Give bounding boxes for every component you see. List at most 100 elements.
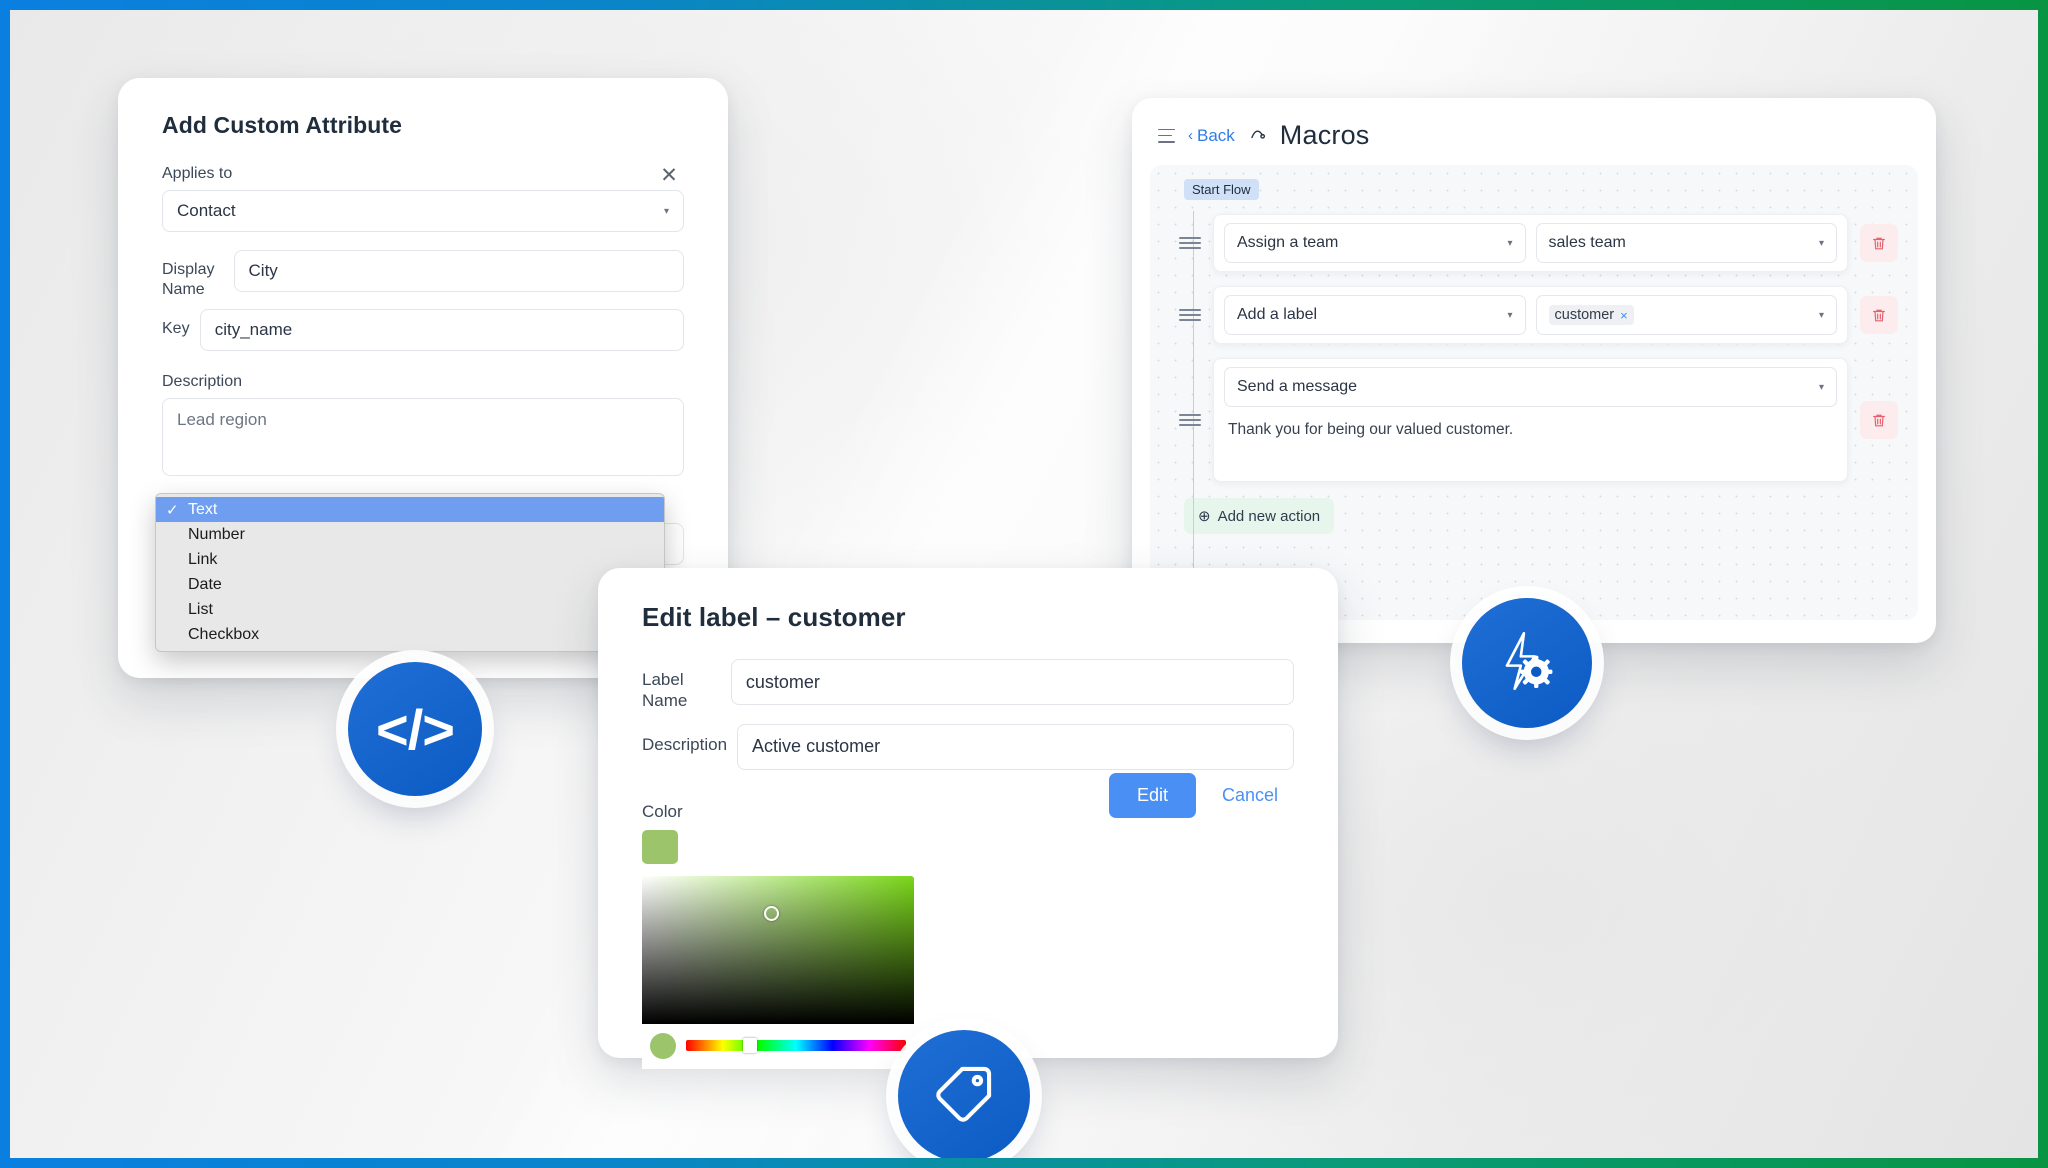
chevron-down-icon: ▾: [1818, 237, 1824, 249]
edit-button[interactable]: Edit: [1108, 773, 1196, 818]
type-dropdown-list[interactable]: ✓ Text ✓ Number ✓ Link ✓ Date ✓ List ✓ C…: [155, 493, 665, 652]
chevron-down-icon: ▾: [1507, 309, 1513, 321]
option-label: Checkbox: [188, 625, 260, 643]
check-icon-placeholder: ✓: [166, 576, 180, 594]
action-type-value: Assign a team: [1237, 234, 1339, 251]
action-row-send-message: Send a message ▾ Thank you for being our…: [1170, 358, 1898, 482]
type-option-checkbox[interactable]: ✓ Checkbox: [156, 622, 664, 647]
hue-slider-knob[interactable]: [743, 1038, 758, 1053]
color-swatch[interactable]: [642, 829, 678, 864]
action-value: sales team: [1548, 234, 1626, 251]
dialog-title: Edit label – customer: [642, 602, 906, 632]
panel-title: Macros: [1279, 120, 1370, 150]
check-icon-placeholder: ✓: [166, 526, 180, 544]
option-label: Link: [188, 550, 218, 568]
label-name-label: Label Name: [642, 670, 688, 711]
macro-icon: [1248, 124, 1267, 148]
flow-canvas: Start Flow Assign a team ▾ sales team ▾: [1150, 165, 1918, 620]
tag-icon: [929, 1059, 999, 1134]
display-name-value: City: [248, 261, 278, 280]
action-type-value: Send a message: [1237, 378, 1358, 395]
label-name-value: customer: [745, 671, 820, 692]
action-type-select[interactable]: Assign a team ▾: [1224, 223, 1526, 263]
key-value: city_name: [214, 320, 293, 340]
chevron-left-icon: ‹: [1188, 127, 1193, 144]
plus-circle-icon: ⊕: [1198, 508, 1211, 525]
key-label: Key: [162, 320, 190, 338]
label-chip[interactable]: customer ×: [1548, 305, 1634, 325]
message-textarea[interactable]: Thank you for being our valued customer.: [1224, 407, 1837, 473]
check-icon-placeholder: ✓: [166, 601, 180, 619]
option-label: Text: [188, 500, 218, 518]
hamburger-icon[interactable]: [1158, 128, 1175, 143]
key-input[interactable]: city_name: [199, 309, 684, 352]
chip-remove-icon[interactable]: ×: [1620, 308, 1628, 323]
action-card: Add a label ▾ customer × ▾: [1213, 286, 1848, 344]
type-option-link[interactable]: ✓ Link: [156, 547, 664, 572]
label-name-input[interactable]: customer: [730, 659, 1294, 705]
chevron-down-icon: ▾: [1818, 381, 1824, 393]
display-name-label: Display Name: [162, 261, 215, 298]
drag-handle-icon[interactable]: [1179, 414, 1201, 426]
color-field: Color: [642, 802, 1294, 1069]
back-label: Back: [1197, 125, 1235, 145]
applies-to-value: Contact: [177, 201, 236, 220]
description-textarea[interactable]: Lead region: [162, 398, 684, 477]
saturation-value-area[interactable]: [642, 875, 914, 1024]
dialog-actions: Edit Cancel: [1108, 773, 1278, 818]
delete-action-button[interactable]: [1860, 224, 1898, 262]
close-icon[interactable]: ✕: [656, 162, 682, 188]
action-row-add-label: Add a label ▾ customer × ▾: [1170, 286, 1898, 344]
page-canvas: Add Custom Attribute Applies to Contact …: [10, 10, 2038, 1158]
back-button[interactable]: ‹ Back: [1188, 126, 1235, 146]
code-icon: </>: [376, 697, 455, 761]
delete-action-button[interactable]: [1860, 401, 1898, 439]
drag-handle-icon[interactable]: [1179, 237, 1201, 249]
macros-header: ‹ Back Macros: [1132, 98, 1936, 165]
page-title: Add Custom Attribute: [162, 112, 403, 138]
chip-label: customer: [1554, 307, 1615, 323]
action-row-assign-team: Assign a team ▾ sales team ▾: [1170, 214, 1898, 272]
action-type-select[interactable]: Add a label ▾: [1224, 295, 1526, 335]
description-label: Description: [642, 734, 728, 754]
action-type-value: Add a label: [1237, 306, 1318, 323]
start-flow-badge: Start Flow: [1184, 179, 1259, 200]
macros-panel: ‹ Back Macros Start Flow Assign a team ▾: [1132, 98, 1936, 643]
cancel-button[interactable]: Cancel: [1222, 785, 1278, 806]
check-icon: ✓: [166, 501, 179, 519]
code-badge: </>: [348, 662, 482, 796]
automation-badge: [1462, 598, 1592, 728]
color-picker-footer: [642, 1023, 914, 1069]
action-card: Assign a team ▾ sales team ▾: [1213, 214, 1848, 272]
type-option-text[interactable]: ✓ Text: [156, 497, 664, 522]
action-value-select[interactable]: customer × ▾: [1535, 295, 1837, 335]
description-field: Description Active customer: [642, 723, 1294, 770]
color-preview: [650, 1032, 676, 1059]
action-value-select[interactable]: sales team ▾: [1535, 223, 1837, 263]
action-type-select[interactable]: Send a message ▾: [1224, 367, 1837, 407]
edit-label-dialog: Edit label – customer Label Name custome…: [598, 568, 1338, 1158]
color-cursor-icon[interactable]: [764, 905, 779, 921]
drag-handle-icon[interactable]: [1179, 309, 1201, 321]
hue-slider[interactable]: [686, 1038, 906, 1053]
type-option-list[interactable]: ✓ List: [156, 597, 664, 622]
display-name-input[interactable]: City: [233, 250, 684, 292]
add-new-action-button[interactable]: ⊕ Add new action: [1184, 498, 1335, 534]
description-label: Description: [162, 373, 243, 391]
type-option-number[interactable]: ✓ Number: [156, 522, 664, 547]
chevron-down-icon: ▾: [663, 205, 669, 217]
check-icon-placeholder: ✓: [166, 551, 180, 569]
option-label: List: [188, 600, 213, 618]
type-option-date[interactable]: ✓ Date: [156, 572, 664, 597]
action-card: Send a message ▾ Thank you for being our…: [1213, 358, 1848, 482]
applies-to-select[interactable]: Contact ▾: [162, 190, 684, 232]
check-icon-placeholder: ✓: [166, 626, 180, 644]
close-icon[interactable]: ✕: [682, 1152, 708, 1159]
option-label: Date: [188, 575, 222, 593]
chevron-down-icon: ▾: [1507, 237, 1513, 249]
description-input[interactable]: Active customer: [737, 723, 1294, 770]
option-label: Number: [188, 525, 245, 543]
tag-badge: [898, 1030, 1030, 1158]
delete-action-button[interactable]: [1860, 296, 1898, 334]
chevron-down-icon: ▾: [1818, 309, 1824, 321]
